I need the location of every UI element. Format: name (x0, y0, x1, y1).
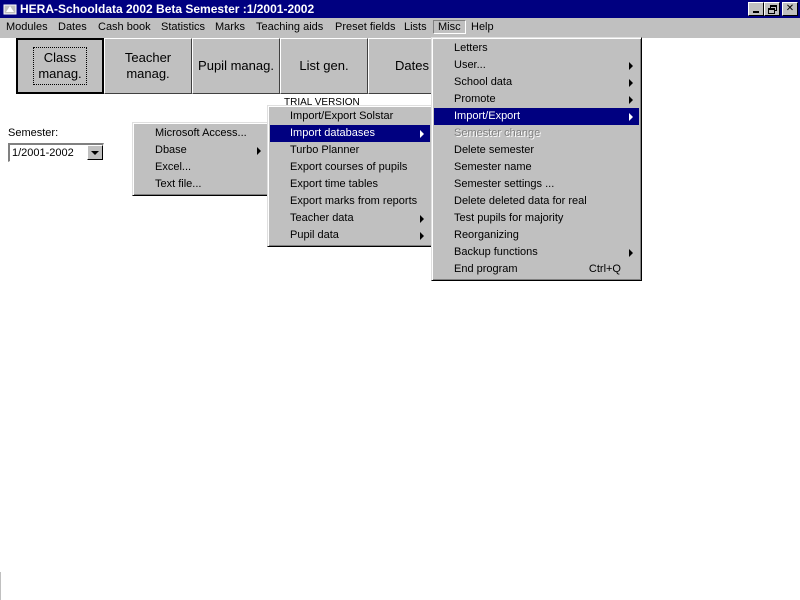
menu-item-semester-name[interactable]: Semester name (434, 159, 639, 176)
menu-item-label: Promote (454, 93, 496, 105)
menu-item-label: Semester name (454, 161, 532, 173)
menu-item-reorganizing[interactable]: Reorganizing (434, 227, 639, 244)
menu-item-label: Backup functions (454, 246, 538, 258)
menu-item-semester-settings[interactable]: Semester settings ... (434, 176, 639, 193)
menu-item-turbo-planner[interactable]: Turbo Planner (270, 142, 430, 159)
close-icon: ✕ (785, 3, 795, 14)
menu-item-shortcut: Ctrl+Q (588, 263, 621, 275)
menu-statistics[interactable]: Statistics (161, 21, 205, 33)
module-toolbar: Class manag. Teacher manag. Pupil manag.… (16, 38, 488, 94)
menu-help[interactable]: Help (471, 21, 494, 33)
menu-item-label: Delete deleted data for real (454, 195, 587, 207)
menu-item-import-databases[interactable]: Import databases (270, 125, 430, 142)
menu-modules[interactable]: Modules (6, 21, 48, 33)
menu-item-dbase[interactable]: Dbase (135, 142, 267, 159)
menu-item-label: Reorganizing (454, 229, 519, 241)
menu-teaching-aids[interactable]: Teaching aids (256, 21, 323, 33)
list-generator-button[interactable]: List gen. (280, 38, 368, 94)
menu-item-label: Text file... (155, 178, 202, 190)
menu-item-label: Import databases (290, 127, 375, 139)
menu-preset-fields[interactable]: Preset fields (335, 21, 396, 33)
submenu-arrow-icon (629, 113, 633, 121)
menu-item-label: Excel... (155, 161, 192, 173)
menu-item-letters[interactable]: Letters (434, 40, 639, 57)
menu-item-label: Test pupils for majority (454, 212, 564, 224)
submenu-arrow-icon (420, 215, 424, 223)
pupil-management-button[interactable]: Pupil manag. (192, 38, 280, 94)
menu-item-semester-change: Semester change (434, 125, 639, 142)
menu-item-export-courses[interactable]: Export courses of pupils (270, 159, 430, 176)
submenu-arrow-icon (629, 96, 633, 104)
semester-value: 1/2001-2002 (12, 147, 74, 159)
menu-item-label: Import/Export Solstar (290, 110, 394, 122)
semester-select[interactable]: 1/2001-2002 (8, 143, 104, 162)
menu-item-label: Pupil data (290, 229, 339, 241)
menu-item-delete-semester[interactable]: Delete semester (434, 142, 639, 159)
menu-item-teacher-data[interactable]: Teacher data (270, 210, 430, 227)
menu-item-backup-functions[interactable]: Backup functions (434, 244, 639, 261)
minimize-icon (753, 11, 759, 13)
menu-item-label: Delete semester (454, 144, 535, 156)
submenu-arrow-icon (629, 249, 633, 257)
minimize-button[interactable] (748, 2, 764, 16)
menu-item-label: Microsoft Access... (155, 127, 247, 139)
menu-item-label: Import/Export (454, 110, 521, 122)
window-title: HERA-Schooldata 2002 Beta Semester :1/20… (20, 2, 315, 16)
menu-item-label: Dbase (155, 144, 187, 156)
submenu-arrow-icon (420, 130, 424, 138)
title-bar[interactable]: HERA-Schooldata 2002 Beta Semester :1/20… (0, 0, 800, 18)
menu-item-end-program[interactable]: End program Ctrl+Q (434, 261, 639, 278)
menu-item-label: Turbo Planner (290, 144, 360, 156)
menu-item-label: Semester change (454, 127, 541, 139)
menu-item-label: Export marks from reports (290, 195, 418, 207)
teacher-management-button[interactable]: Teacher manag. (104, 38, 192, 94)
class-management-label: Class manag. (33, 47, 87, 85)
restore-icon (767, 4, 777, 14)
menu-item-label: School data (454, 76, 513, 88)
semester-dropdown-button[interactable] (87, 145, 103, 160)
menu-item-pupil-data[interactable]: Pupil data (270, 227, 430, 244)
import-export-menu: Import/Export Solstar Import databases T… (267, 105, 433, 247)
menu-item-label: Semester settings ... (454, 178, 555, 190)
menu-item-promote[interactable]: Promote (434, 91, 639, 108)
misc-menu: Letters User... School data Promote Impo… (431, 37, 642, 281)
import-databases-menu: Microsoft Access... Dbase Excel... Text … (132, 122, 270, 196)
menu-item-text-file[interactable]: Text file... (135, 176, 267, 193)
submenu-arrow-icon (629, 62, 633, 70)
menu-item-label: Letters (454, 42, 488, 54)
restore-button[interactable] (764, 2, 780, 16)
menu-item-user[interactable]: User... (434, 57, 639, 74)
class-management-button[interactable]: Class manag. (16, 38, 104, 94)
menu-item-export-marks[interactable]: Export marks from reports (270, 193, 430, 210)
menu-item-label: End program (454, 263, 518, 275)
menu-bar: Modules Dates Cash book Statistics Marks… (0, 18, 800, 38)
menu-item-import-export-solstar[interactable]: Import/Export Solstar (270, 108, 430, 125)
menu-misc[interactable]: Misc (433, 20, 466, 34)
close-button[interactable]: ✕ (782, 2, 798, 16)
menu-item-excel[interactable]: Excel... (135, 159, 267, 176)
menu-lists[interactable]: Lists (404, 21, 427, 33)
window-edge (0, 572, 1, 600)
app-icon[interactable] (3, 2, 17, 16)
semester-label: Semester: (8, 127, 59, 139)
menu-item-test-pupils-majority[interactable]: Test pupils for majority (434, 210, 639, 227)
menu-item-label: User... (454, 59, 486, 71)
chevron-down-icon (91, 150, 99, 155)
menu-cash-book[interactable]: Cash book (98, 21, 151, 33)
menu-dates[interactable]: Dates (58, 21, 87, 33)
menu-item-label: Export courses of pupils (290, 161, 408, 173)
submenu-arrow-icon (420, 232, 424, 240)
menu-item-label: Export time tables (290, 178, 379, 190)
submenu-arrow-icon (629, 79, 633, 87)
menu-item-label: Teacher data (290, 212, 354, 224)
menu-item-import-export[interactable]: Import/Export (434, 108, 639, 125)
menu-item-delete-deleted-data[interactable]: Delete deleted data for real (434, 193, 639, 210)
menu-item-microsoft-access[interactable]: Microsoft Access... (135, 125, 267, 142)
menu-marks[interactable]: Marks (215, 21, 245, 33)
menu-item-school-data[interactable]: School data (434, 74, 639, 91)
submenu-arrow-icon (257, 147, 261, 155)
menu-item-export-time-tables[interactable]: Export time tables (270, 176, 430, 193)
